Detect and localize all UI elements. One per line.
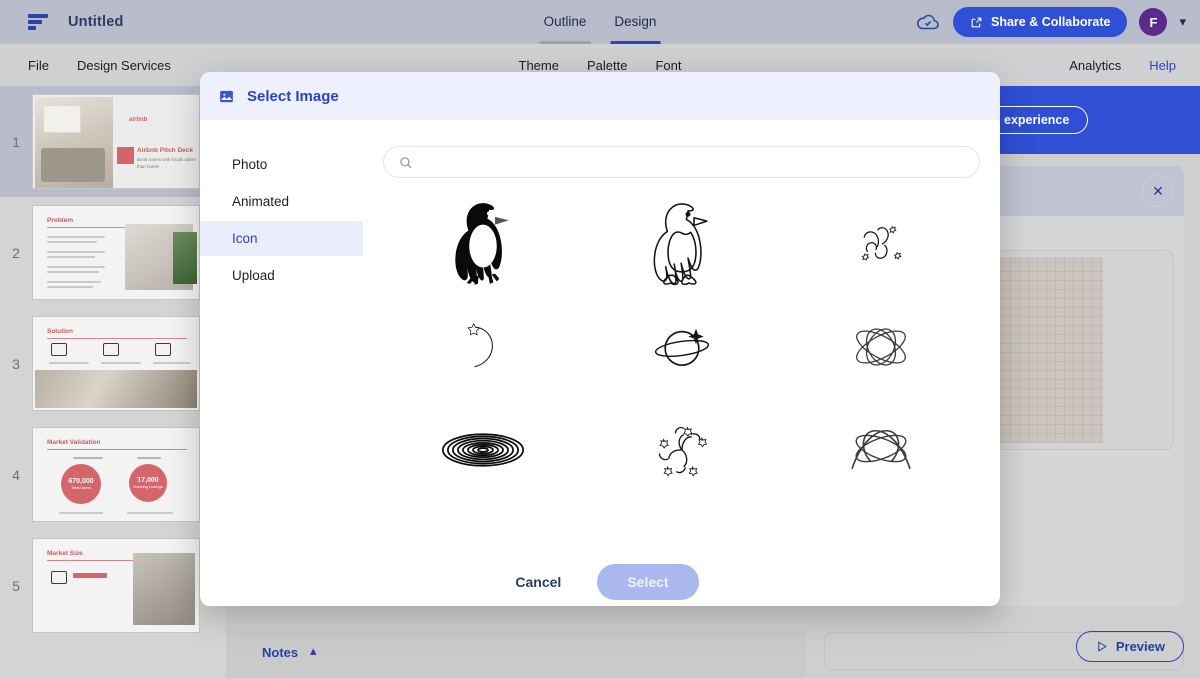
icon-result-double-spiral-stars[interactable] [781, 192, 980, 295]
search-input[interactable] [423, 154, 965, 170]
menu-font[interactable]: Font [655, 58, 681, 73]
source-photo[interactable]: Photo [200, 147, 363, 182]
menu-theme[interactable]: Theme [519, 58, 559, 73]
icon-result-pinwheel-stars[interactable] [582, 398, 781, 501]
search-icon [400, 156, 412, 168]
slide-thumbnail-4[interactable]: 4 Market Validation 670,000 Total Users … [0, 419, 226, 530]
cancel-button[interactable]: Cancel [501, 566, 575, 598]
stat-label: Housing Listings [133, 484, 163, 489]
slide-number: 5 [12, 577, 20, 594]
stat-circle-2: 17,000 Housing Listings [129, 464, 167, 502]
icon-result-atom-orbits[interactable] [781, 295, 980, 398]
slide-title: Market Validation [47, 439, 101, 446]
notes-bar: Notes ▴ [226, 629, 806, 678]
external-link-icon [971, 17, 982, 27]
menu-palette[interactable]: Palette [587, 58, 627, 73]
results-area [363, 120, 1000, 558]
slide-image [35, 97, 113, 188]
close-icon[interactable]: ✕ [1142, 175, 1174, 207]
slide-number: 2 [12, 244, 20, 261]
dialog-header: Select Image [200, 72, 1000, 120]
chevron-down-icon[interactable]: ▾ [1179, 14, 1186, 30]
slide-preview: Problem [32, 205, 200, 300]
slide-thumbnail-1[interactable]: 1 airbnb Airbnb Pitch Deck Book rooms wi… [0, 86, 226, 197]
play-icon [1098, 641, 1107, 652]
menu-help[interactable]: Help [1149, 58, 1176, 73]
cloud-saved-icon[interactable] [915, 9, 941, 35]
menu-design-services[interactable]: Design Services [77, 58, 171, 73]
source-animated[interactable]: Animated [200, 184, 363, 219]
notes-toggle-label[interactable]: Notes [262, 645, 298, 660]
source-upload[interactable]: Upload [200, 258, 363, 293]
align-left-icon[interactable] [28, 14, 48, 30]
stat-label: Total Users [70, 485, 91, 490]
preview-button[interactable]: Preview [1075, 631, 1184, 662]
top-bar-actions: Share & Collaborate F ▾ [915, 7, 1186, 37]
app-root: Untitled Outline Design Share & Collabor… [0, 0, 1200, 678]
slide-image-secondary [173, 232, 197, 284]
source-list: Photo Animated Icon Upload [200, 120, 363, 558]
menu-file[interactable]: File [28, 58, 49, 73]
select-button[interactable]: Select [597, 564, 699, 600]
avatar[interactable]: F [1139, 8, 1168, 36]
icon-result-planet-sparkle[interactable] [582, 295, 781, 398]
icon-result-penguin-outline[interactable] [582, 192, 781, 295]
slide-subtitle: Book rooms with locals rather than hotel… [137, 157, 197, 169]
dialog-body: Photo Animated Icon Upload [200, 120, 1000, 558]
chevron-up-icon[interactable]: ▴ [310, 643, 317, 659]
slide-title: Solution [47, 328, 73, 335]
slide-number: 3 [12, 355, 20, 372]
slide-image [133, 553, 195, 625]
preview-label: Preview [1115, 639, 1165, 654]
slide-thumbnail-5[interactable]: 5 Market Size [0, 530, 226, 641]
slide-thumbnail-rail[interactable]: 1 airbnb Airbnb Pitch Deck Book rooms wi… [0, 86, 226, 678]
image-icon [220, 90, 233, 102]
icon-result-orbit-loops[interactable] [781, 398, 980, 501]
slide-thumbnail-2[interactable]: 2 Problem [0, 197, 226, 308]
tab-outline[interactable]: Outline [539, 0, 591, 44]
slide-preview: Solution [32, 316, 200, 411]
source-icon[interactable]: Icon [200, 221, 363, 256]
accent-square [117, 147, 134, 164]
slide-preview: Market Validation 670,000 Total Users 17… [32, 427, 200, 522]
dialog-title: Select Image [247, 87, 339, 105]
slide-preview: Market Size [32, 538, 200, 633]
slide-number: 1 [12, 133, 20, 150]
stat-value: 17,000 [137, 477, 159, 484]
slide-thumbnail-3[interactable]: 3 Solution [0, 308, 226, 419]
stat-value: 670,000 [68, 478, 94, 485]
slide-title: Problem [47, 217, 74, 224]
icon-results-grid [383, 192, 980, 501]
select-image-dialog: Select Image Photo Animated Icon Upload [200, 72, 1000, 606]
top-bar: Untitled Outline Design Share & Collabor… [0, 0, 1200, 44]
share-collaborate-button[interactable]: Share & Collaborate [952, 7, 1128, 37]
top-tabs: Outline Design [539, 0, 661, 44]
search-bar[interactable] [383, 146, 980, 178]
feature-icons [51, 343, 171, 356]
slide-image [35, 370, 197, 408]
dialog-footer: Cancel Select [200, 558, 1000, 606]
icon-result-crescent-star[interactable] [383, 295, 582, 398]
slide-number: 4 [12, 466, 20, 483]
share-label: Share & Collaborate [990, 15, 1111, 29]
stat-circle-1: 670,000 Total Users [61, 464, 101, 504]
menu-analytics[interactable]: Analytics [1069, 58, 1121, 73]
icon-result-penguin-filled[interactable] [383, 192, 582, 295]
slide-title: Market Size [47, 550, 83, 557]
icon-result-ringed-disc[interactable] [383, 398, 582, 501]
slide-preview: airbnb Airbnb Pitch Deck Book rooms with… [32, 94, 200, 189]
slide-title: Airbnb Pitch Deck [137, 147, 193, 154]
tab-design[interactable]: Design [610, 0, 661, 44]
document-title[interactable]: Untitled [68, 14, 124, 30]
brand-label: airbnb [129, 117, 148, 123]
